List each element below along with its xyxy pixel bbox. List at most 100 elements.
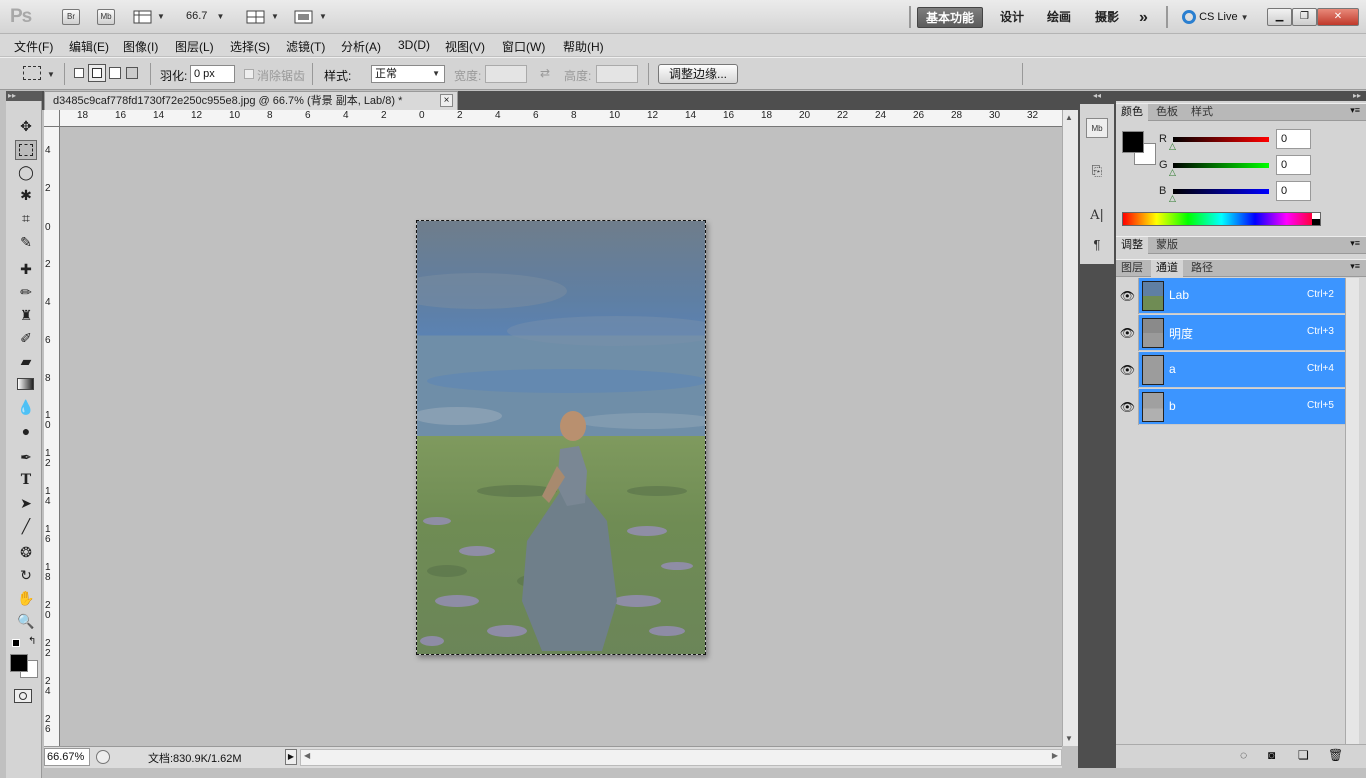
scroll-right-icon[interactable]: ▶ bbox=[1052, 751, 1058, 760]
gradient-tool-icon[interactable] bbox=[15, 374, 37, 394]
tab-color[interactable]: 颜色 bbox=[1116, 104, 1148, 121]
tab-adjustments[interactable]: 调整 bbox=[1116, 237, 1148, 254]
arrange-documents-button[interactable] bbox=[246, 9, 266, 25]
close-button[interactable]: ✕ bbox=[1317, 8, 1359, 26]
dodge-tool-icon[interactable]: ● bbox=[15, 421, 37, 441]
horizontal-scrollbar[interactable]: ◀ ▶ bbox=[300, 749, 1062, 766]
3d-rotate-tool-icon[interactable]: ❂ bbox=[15, 542, 37, 562]
eyedropper-tool-icon[interactable]: ✎ bbox=[15, 232, 37, 252]
restore-button[interactable]: ❐ bbox=[1292, 8, 1317, 26]
workspace-design[interactable]: 设计 bbox=[992, 7, 1032, 28]
menu-3d[interactable]: 3D(D) bbox=[398, 38, 430, 52]
marquee-tool-icon[interactable] bbox=[15, 140, 37, 160]
red-slider-thumb-icon[interactable]: △ bbox=[1169, 141, 1176, 152]
path-selection-tool-icon[interactable]: ➤ bbox=[15, 493, 37, 513]
default-colors-icon[interactable] bbox=[12, 639, 20, 647]
toolbox-collapse[interactable]: ▸▸ bbox=[6, 91, 42, 101]
document-image[interactable] bbox=[416, 220, 706, 655]
foreground-color-swatch[interactable] bbox=[10, 654, 28, 672]
menu-window[interactable]: 窗口(W) bbox=[502, 38, 545, 55]
more-workspaces-button[interactable]: » bbox=[1131, 7, 1156, 28]
blur-tool-icon[interactable]: 💧 bbox=[15, 397, 37, 417]
channel-row-lab[interactable]: 👁 Lab Ctrl+2 bbox=[1117, 278, 1345, 314]
new-selection-icon[interactable] bbox=[74, 68, 84, 78]
panels-collapse-icon[interactable]: ▸▸ bbox=[1116, 91, 1366, 101]
scroll-up-icon[interactable]: ▲ bbox=[1065, 113, 1073, 122]
3d-orbit-tool-icon[interactable]: ↻ bbox=[15, 565, 37, 585]
dock-collapse-icon[interactable]: ◂◂ bbox=[1078, 91, 1116, 101]
cs-live-button[interactable]: CS Live ▼ bbox=[1182, 9, 1262, 27]
antialias-checkbox[interactable] bbox=[244, 69, 254, 79]
paragraph-icon[interactable]: ¶ bbox=[1086, 235, 1108, 255]
tab-styles[interactable]: 样式 bbox=[1186, 104, 1218, 121]
new-channel-icon[interactable]: ❏ bbox=[1298, 748, 1309, 762]
save-selection-icon[interactable]: ◙ bbox=[1268, 748, 1275, 762]
lasso-tool-icon[interactable]: ◯ bbox=[15, 162, 37, 182]
mini-bridge-icon[interactable]: Mb bbox=[1086, 118, 1108, 138]
document-tab[interactable]: d3485c9caf778fd1730f72e250c955e8.jpg @ 6… bbox=[44, 91, 458, 110]
workspace-photography[interactable]: 摄影 bbox=[1087, 7, 1127, 28]
status-menu-arrow-icon[interactable]: ▶ bbox=[285, 749, 297, 765]
clone-stamp-tool-icon[interactable]: ♜ bbox=[15, 305, 37, 325]
blue-value-input[interactable]: 0 bbox=[1276, 181, 1311, 201]
eye-icon[interactable]: 👁 bbox=[1117, 389, 1139, 425]
panel-menu-icon[interactable]: ▾≡ bbox=[1350, 105, 1360, 116]
horizontal-ruler[interactable]: 18 16 14 12 10 8 6 4 2 0 2 4 6 8 10 12 1… bbox=[60, 110, 1062, 127]
swap-icon[interactable]: ⇄ bbox=[540, 66, 550, 80]
workspace-painting[interactable]: 绘画 bbox=[1039, 7, 1079, 28]
tool-preset-icon[interactable] bbox=[23, 66, 41, 80]
red-slider[interactable] bbox=[1173, 137, 1269, 142]
quick-selection-tool-icon[interactable]: ✱ bbox=[15, 185, 37, 205]
menu-layer[interactable]: 图层(L) bbox=[175, 38, 214, 55]
line-tool-icon[interactable]: ╱ bbox=[15, 516, 37, 536]
eye-icon[interactable]: 👁 bbox=[1117, 315, 1139, 351]
menu-analysis[interactable]: 分析(A) bbox=[341, 38, 381, 55]
refine-edge-button[interactable]: 调整边缘... bbox=[658, 64, 738, 84]
red-value-input[interactable]: 0 bbox=[1276, 129, 1311, 149]
subtract-selection-icon[interactable] bbox=[109, 67, 121, 79]
width-input[interactable] bbox=[485, 65, 527, 83]
panel-menu-icon[interactable]: ▾≡ bbox=[1350, 261, 1360, 272]
menu-view[interactable]: 视图(V) bbox=[445, 38, 485, 55]
eye-icon[interactable]: 👁 bbox=[1117, 278, 1139, 314]
zoom-level-combo[interactable]: 66.7 ▼ bbox=[186, 10, 226, 26]
vertical-ruler[interactable]: 4 2 0 2 4 6 8 1 0 1 2 1 4 1 6 1 8 2 0 2 … bbox=[44, 127, 60, 746]
channel-row-lightness[interactable]: 👁 明度 Ctrl+3 bbox=[1117, 315, 1345, 351]
intersect-selection-icon[interactable] bbox=[126, 67, 138, 79]
blue-slider-thumb-icon[interactable]: △ bbox=[1169, 193, 1176, 204]
scroll-down-icon[interactable]: ▼ bbox=[1065, 734, 1073, 743]
status-icon[interactable] bbox=[96, 750, 110, 764]
healing-brush-tool-icon[interactable]: ✚ bbox=[15, 259, 37, 279]
zoom-tool-icon[interactable]: 🔍 bbox=[15, 611, 37, 631]
channel-row-a[interactable]: 👁 a Ctrl+4 bbox=[1117, 352, 1345, 388]
eye-icon[interactable]: 👁 bbox=[1117, 352, 1139, 388]
eraser-tool-icon[interactable]: ▰ bbox=[15, 351, 37, 371]
vertical-scrollbar[interactable]: ▲ ▼ bbox=[1062, 110, 1078, 746]
channel-row-b[interactable]: 👁 b Ctrl+5 bbox=[1117, 389, 1345, 425]
minimize-button[interactable]: ▁ bbox=[1267, 8, 1292, 26]
swap-colors-icon[interactable]: ↰ bbox=[28, 636, 36, 647]
history-brush-tool-icon[interactable]: ✐ bbox=[15, 328, 37, 348]
style-select[interactable]: 正常 ▼ bbox=[371, 65, 445, 83]
channels-scrollbar[interactable] bbox=[1345, 278, 1359, 744]
add-selection-icon[interactable] bbox=[88, 64, 106, 82]
color-spectrum-bar[interactable] bbox=[1122, 212, 1321, 226]
green-slider-thumb-icon[interactable]: △ bbox=[1169, 167, 1176, 178]
menu-select[interactable]: 选择(S) bbox=[230, 38, 270, 55]
view-extras-button[interactable] bbox=[133, 9, 153, 25]
tab-channels[interactable]: 通道 bbox=[1151, 260, 1183, 277]
menu-image[interactable]: 图像(I) bbox=[123, 38, 158, 55]
delete-channel-icon[interactable]: 🗑 bbox=[1328, 748, 1343, 762]
bridge-button[interactable]: Br bbox=[62, 9, 80, 25]
quick-mask-icon[interactable] bbox=[14, 689, 32, 703]
blue-slider[interactable] bbox=[1173, 189, 1269, 194]
tab-paths[interactable]: 路径 bbox=[1186, 260, 1218, 277]
close-document-icon[interactable]: × bbox=[440, 94, 453, 107]
history-icon[interactable]: ⎘ bbox=[1086, 161, 1108, 181]
feather-input[interactable]: 0 px bbox=[190, 65, 235, 83]
menu-filter[interactable]: 滤镜(T) bbox=[286, 38, 325, 55]
pen-tool-icon[interactable]: ✒ bbox=[15, 447, 37, 467]
foreground-color-chip[interactable] bbox=[1122, 131, 1144, 153]
workspace-essentials[interactable]: 基本功能 bbox=[917, 7, 984, 28]
green-value-input[interactable]: 0 bbox=[1276, 155, 1311, 175]
